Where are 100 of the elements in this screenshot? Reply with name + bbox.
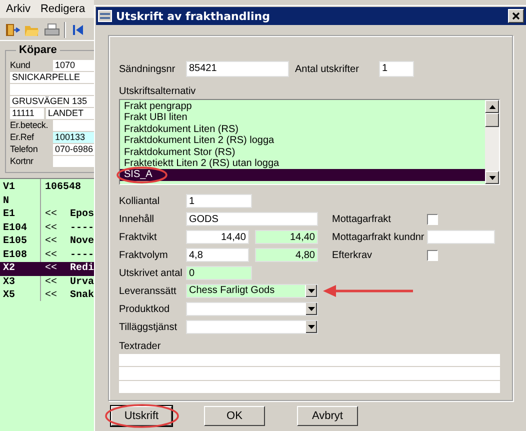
list-cell: ----	[70, 248, 94, 262]
field-label: Telefon	[10, 144, 39, 155]
text-field[interactable]: 100133	[53, 132, 94, 143]
dropdown[interactable]	[186, 320, 318, 334]
text-field[interactable]: 14,40	[186, 230, 249, 244]
close-icon	[512, 12, 520, 20]
field-label: Fraktvikt	[119, 232, 158, 242]
text-field[interactable]: 4,80	[255, 248, 318, 262]
first-record-icon[interactable]	[70, 22, 86, 38]
text-field[interactable]: 85421	[186, 61, 289, 77]
list-row[interactable]: X5 << Snak	[0, 289, 94, 302]
list-item[interactable]: Fraktdokument Stor (RS)	[120, 146, 485, 158]
field-label: Antal utskrifter	[295, 64, 360, 74]
window-title: Utskrift av frakthandling	[116, 10, 271, 22]
list-cell: Nove	[70, 235, 94, 248]
dropdown[interactable]: Chess Farligt Gods	[186, 284, 318, 298]
list-row[interactable]: V1 106548	[0, 181, 94, 194]
list-cell-text: N	[2, 194, 10, 208]
checkbox-label: Mottagarfrakt	[332, 214, 392, 224]
field-label: Utskriftsalternativ	[119, 86, 197, 98]
dropdown-caret-icon	[308, 325, 315, 329]
list-item[interactable]: Fraktdokument Liten (RS)	[120, 124, 485, 136]
dropdown-caret-icon	[308, 307, 315, 311]
field-label: Sändningsnr	[119, 64, 176, 74]
list-cell-text: X3	[2, 276, 16, 289]
list-cell-text: V1	[2, 181, 16, 194]
list-cell-text: <<	[44, 248, 58, 262]
field-label: Fraktvolym	[119, 250, 169, 260]
checkbox-label: Efterkrav	[332, 250, 374, 260]
list-cell-text: E1	[2, 208, 16, 222]
field-label: Mottagarfrakt kundnr	[332, 232, 426, 242]
checkbox[interactable]	[427, 214, 438, 224]
text-field[interactable]: 11111	[10, 108, 44, 119]
list-cell-text: X2	[2, 262, 16, 276]
list-item[interactable]: Frakt UBI liten	[120, 112, 485, 124]
list-cell: ----	[70, 222, 94, 235]
text-field[interactable]: 1	[186, 194, 252, 208]
list-row[interactable]: E105 << Nove	[0, 235, 94, 248]
list-row[interactable]: N	[0, 194, 94, 208]
text-field[interactable]: 070-6986	[53, 144, 94, 155]
field-label: Kund	[10, 60, 32, 71]
text-field[interactable]: GODS	[186, 212, 318, 226]
list-cell: Redi	[70, 262, 94, 276]
list-cell-text: E104	[2, 222, 28, 235]
menu-item[interactable]: Redigera	[40, 3, 86, 15]
list-cell-text: <<	[44, 276, 58, 289]
text-field[interactable]: GRUSVÄGEN 135	[10, 96, 94, 107]
list-cell-text: 106548	[44, 181, 82, 194]
field-label: Utskrivet antal	[119, 268, 184, 278]
list-cell-text: <<	[44, 235, 58, 248]
field-label: Textrader	[119, 341, 162, 353]
group-title: Köpare	[16, 44, 60, 56]
text-field[interactable]: 14,40	[255, 230, 318, 244]
text-field[interactable]: 4,8	[186, 248, 249, 262]
list-cell-text: E108	[2, 248, 28, 262]
list-cell-text: E105	[2, 235, 28, 248]
text-field[interactable]: 1070	[53, 60, 94, 71]
text-line-field[interactable]	[119, 367, 500, 381]
list-cell-text: <<	[44, 208, 58, 222]
list-row[interactable]: E1 << Epos	[0, 208, 94, 222]
list-cell: Urva	[70, 276, 94, 289]
field-label: Leveranssätt	[119, 286, 178, 296]
menu-item[interactable]: Arkiv	[6, 3, 30, 15]
exit-door-icon[interactable]	[4, 22, 20, 38]
checkbox[interactable]	[427, 250, 438, 260]
text-field[interactable]	[427, 230, 495, 244]
list-item[interactable]: Fraktdokument Liten 2 (RS) logga	[120, 135, 485, 147]
list-row[interactable]: X2 << Redi	[0, 262, 94, 276]
list-item[interactable]: Frakt pengrapp	[120, 101, 485, 112]
dialog-button[interactable]: Avbryt	[297, 406, 358, 426]
text-field[interactable]: 1	[379, 61, 414, 77]
text-line-field[interactable]	[119, 380, 500, 394]
close-button[interactable]	[508, 9, 524, 23]
scroll-thumb[interactable]	[485, 113, 499, 127]
list-row[interactable]: E104 << ----	[0, 222, 94, 235]
text-line-field[interactable]	[119, 354, 500, 368]
text-field[interactable]	[53, 120, 94, 131]
list-row[interactable]: X3 << Urva	[0, 276, 94, 289]
text-field[interactable]: SNICKARPELLE	[10, 72, 94, 83]
scroll-up-icon	[488, 104, 496, 108]
text-field[interactable]: 0	[186, 266, 252, 280]
list-cell: Snak	[70, 289, 94, 302]
list-cell-text: <<	[44, 222, 58, 235]
field-label: Kortnr	[10, 156, 34, 167]
dropdown[interactable]	[186, 302, 318, 316]
dialog-button[interactable]: OK	[204, 406, 265, 426]
text-field[interactable]	[53, 156, 94, 167]
field-label: Innehåll	[119, 214, 156, 224]
text-field[interactable]: LANDET	[46, 108, 94, 119]
printer-icon[interactable]	[44, 22, 60, 38]
list-item[interactable]: Fraktetiektt Liten 2 (RS) utan logga	[120, 158, 485, 170]
list-row[interactable]: E108 << ----	[0, 248, 94, 262]
text-field[interactable]	[10, 84, 94, 95]
list-cell-text: X5	[2, 289, 16, 302]
list-cell-text: <<	[44, 262, 58, 276]
print-option-list[interactable]: Frakt pengrapp Frakt UBI liten Fraktdokument Liten (RS) Fraktdokument Liten 2 (RS) logga Fraktdokument Stor (RS) Fraktetiektt Liten 2 (RS) utan logga SIS_A	[119, 99, 500, 185]
window-icon	[98, 10, 112, 22]
scroll-bar[interactable]	[485, 100, 499, 184]
field-label: Er.beteck.	[10, 120, 50, 131]
scroll-down-icon	[488, 176, 496, 180]
